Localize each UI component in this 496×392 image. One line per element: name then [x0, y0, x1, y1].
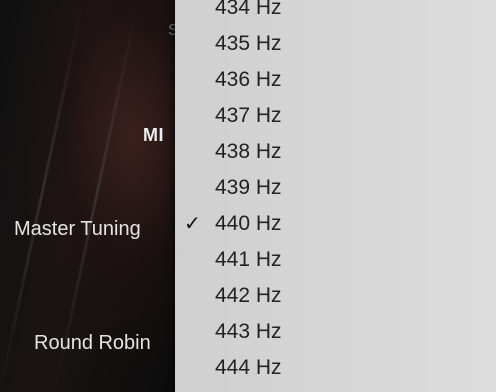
- menu-item-label: 436 Hz: [215, 68, 282, 91]
- menu-item-436-hz[interactable]: 436 Hz: [175, 63, 496, 97]
- menu-item-label: 440 Hz: [215, 212, 282, 235]
- menu-item-444-hz[interactable]: 444 Hz: [175, 351, 496, 385]
- menu-item-438-hz[interactable]: 438 Hz: [175, 135, 496, 169]
- menu-item-443-hz[interactable]: 443 Hz: [175, 315, 496, 349]
- menu-item-label: 434 Hz: [215, 0, 282, 19]
- master-tuning-label: Master Tuning: [14, 218, 141, 240]
- menu-item-label: 441 Hz: [215, 248, 282, 271]
- menu-item-439-hz[interactable]: 439 Hz: [175, 171, 496, 205]
- menu-item-440-hz-selected[interactable]: ✓ 440 Hz: [175, 207, 496, 241]
- menu-item-435-hz[interactable]: 435 Hz: [175, 27, 496, 61]
- menu-item-434-hz[interactable]: 434 Hz: [175, 0, 496, 25]
- menu-item-442-hz[interactable]: 442 Hz: [175, 279, 496, 313]
- menu-item-437-hz[interactable]: 437 Hz: [175, 99, 496, 133]
- menu-item-label: 439 Hz: [215, 176, 282, 199]
- menu-item-label: 437 Hz: [215, 104, 282, 127]
- checkmark-icon: ✓: [184, 213, 201, 235]
- menu-item-label: 438 Hz: [215, 140, 282, 163]
- menu-item-label: 442 Hz: [215, 284, 282, 307]
- section-heading-partial: MI: [143, 125, 164, 145]
- menu-item-label: 435 Hz: [215, 32, 282, 55]
- menu-item-label: 443 Hz: [215, 320, 282, 343]
- round-robin-label: Round Robin: [34, 332, 151, 354]
- menu-item-label: 444 Hz: [215, 356, 282, 379]
- menu-item-441-hz[interactable]: 441 Hz: [175, 243, 496, 277]
- tuning-dropdown-menu[interactable]: 434 Hz 435 Hz 436 Hz 437 Hz 438 Hz 439 H…: [175, 0, 496, 392]
